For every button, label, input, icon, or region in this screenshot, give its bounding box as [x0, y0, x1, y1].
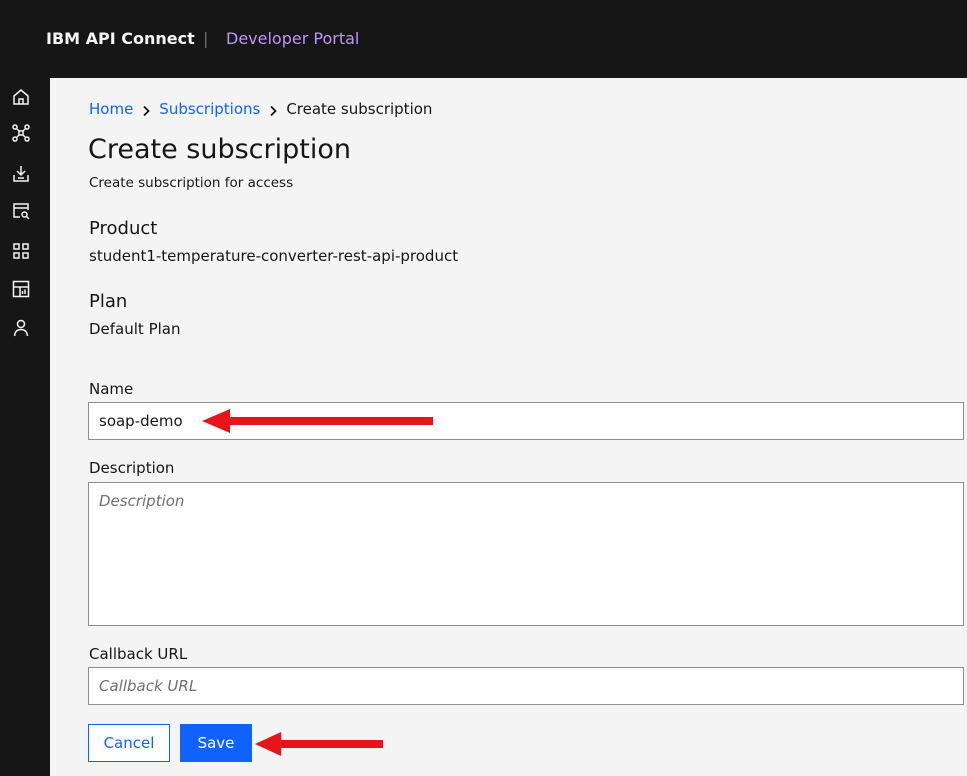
brand-name[interactable]: IBM API Connect [46, 29, 195, 48]
top-header: IBM API Connect | Developer Portal [0, 0, 967, 78]
download-icon[interactable] [11, 164, 31, 184]
browser-search-icon[interactable] [11, 201, 31, 221]
description-textarea[interactable] [88, 482, 964, 626]
cancel-button[interactable]: Cancel [88, 724, 170, 762]
breadcrumb-subscriptions-link[interactable]: Subscriptions [159, 100, 260, 118]
portal-name[interactable]: Developer Portal [226, 29, 359, 48]
breadcrumb: Home Subscriptions Create subscription [89, 100, 432, 118]
user-icon[interactable] [11, 318, 31, 338]
home-icon[interactable] [11, 87, 31, 107]
chevron-right-icon [268, 103, 278, 117]
side-nav [0, 78, 50, 776]
annotation-arrow-name [202, 409, 433, 433]
breadcrumb-current: Create subscription [286, 100, 433, 118]
header-divider: | [203, 29, 209, 48]
callback-url-input[interactable] [88, 667, 964, 705]
annotation-arrow-save [255, 732, 383, 756]
main-content: Home Subscriptions Create subscription C… [50, 78, 967, 776]
page-subtitle: Create subscription for access [89, 175, 294, 191]
product-label: Product [89, 218, 158, 239]
product-value: student1-temperature-converter-rest-api-… [89, 247, 459, 265]
dashboard-icon[interactable] [11, 279, 31, 299]
breadcrumb-home-link[interactable]: Home [89, 100, 133, 118]
apps-grid-icon[interactable] [11, 241, 31, 261]
chevron-right-icon [141, 103, 151, 117]
plan-value: Default Plan [89, 320, 181, 338]
save-button[interactable]: Save [180, 724, 252, 762]
callback-url-field-label: Callback URL [89, 645, 188, 663]
name-field-label: Name [89, 380, 134, 398]
api-network-icon[interactable] [11, 123, 31, 143]
plan-label: Plan [89, 291, 128, 312]
description-field-label: Description [89, 459, 175, 477]
page-title: Create subscription [88, 134, 351, 165]
